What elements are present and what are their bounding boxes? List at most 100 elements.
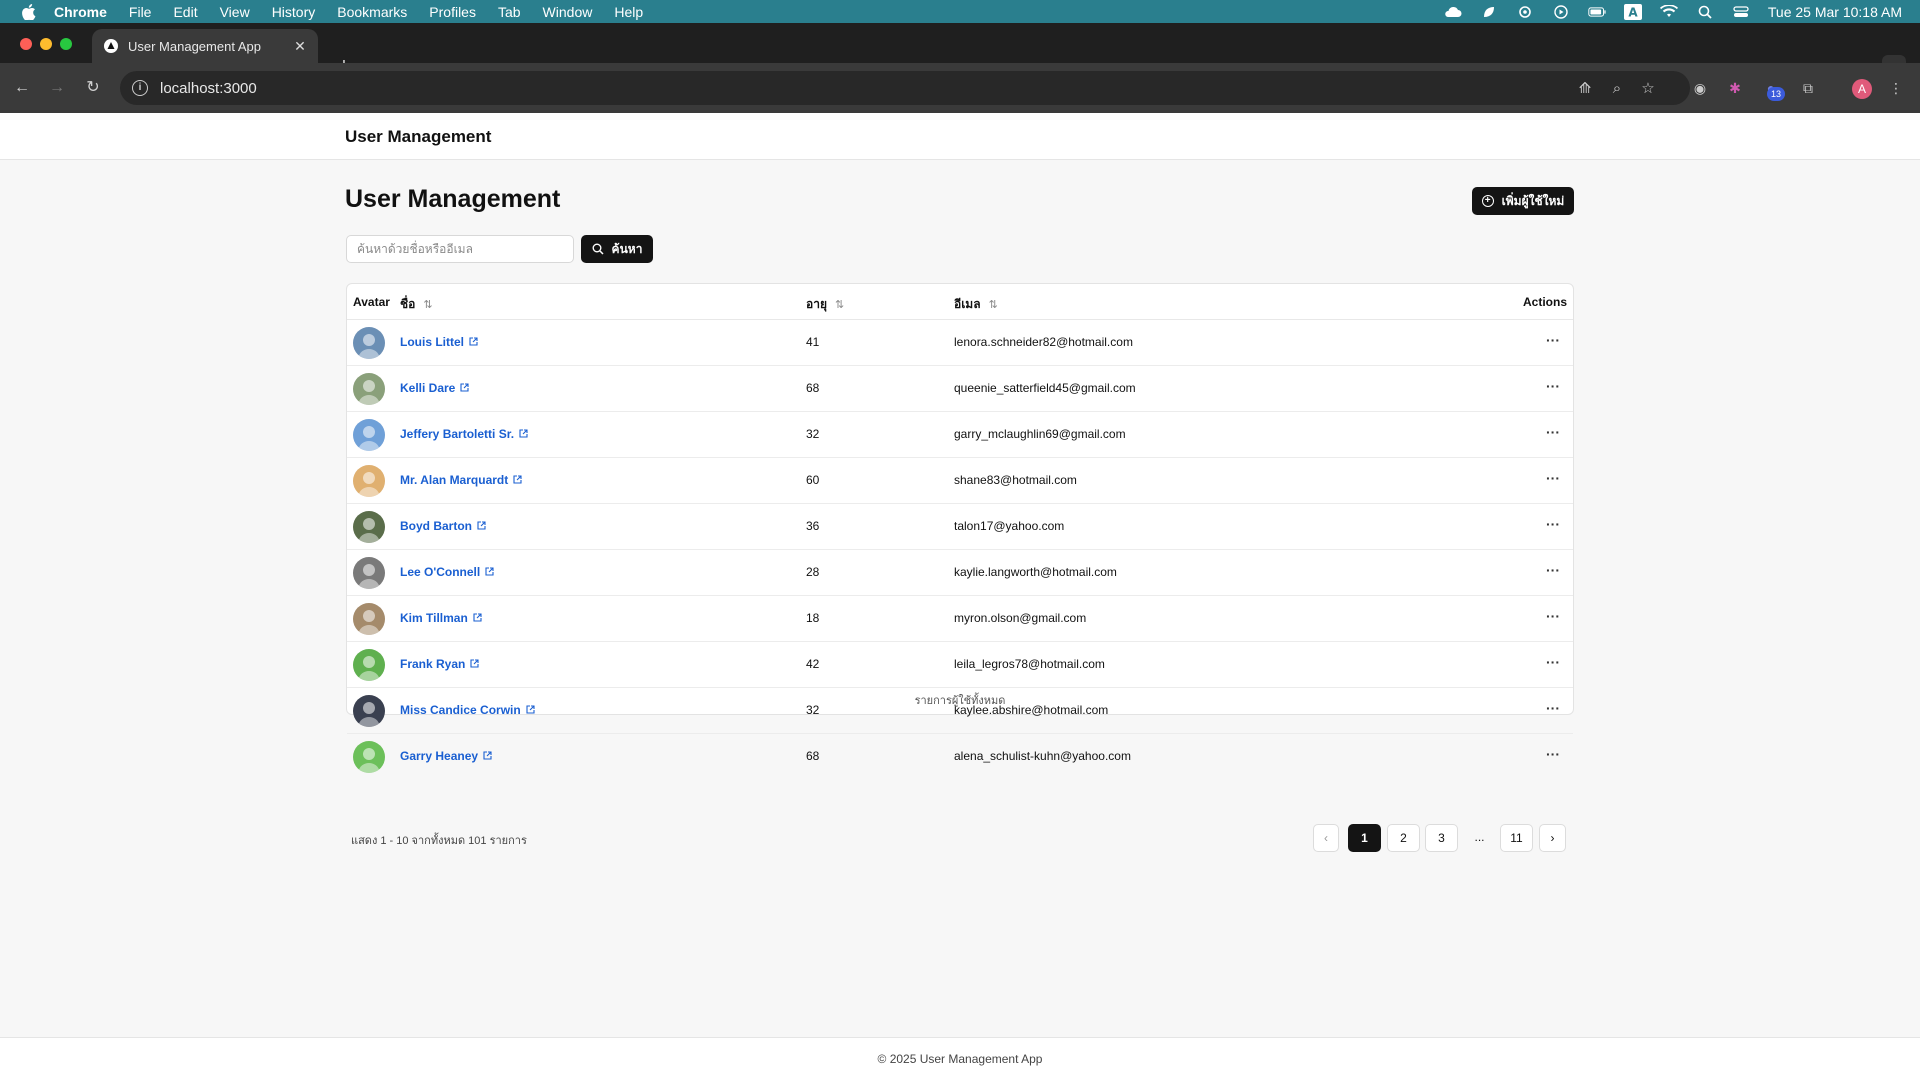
user-name-link[interactable]: Louis Littel bbox=[400, 335, 478, 349]
pagination-summary: แสดง 1 - 10 จากทั้งหมด 101 รายการ bbox=[351, 835, 527, 847]
add-user-button[interactable]: + เพิ่มผู้ใช้ใหม่ bbox=[1472, 187, 1574, 215]
menu-edit[interactable]: Edit bbox=[173, 4, 197, 20]
user-name-link[interactable]: Mr. Alan Marquardt bbox=[400, 473, 522, 487]
translate-icon[interactable]: ⟰ bbox=[1576, 80, 1594, 98]
user-name[interactable]: Boyd Barton bbox=[400, 519, 472, 533]
user-name-link[interactable]: Jeffery Bartoletti Sr. bbox=[400, 427, 528, 441]
menu-file[interactable]: File bbox=[129, 4, 152, 20]
menu-window[interactable]: Window bbox=[543, 4, 593, 20]
menu-app-chrome[interactable]: Chrome bbox=[54, 4, 107, 20]
user-name[interactable]: Jeffery Bartoletti Sr. bbox=[400, 427, 514, 441]
browser-menu-icon[interactable]: ⋮ bbox=[1887, 79, 1905, 97]
battery-icon[interactable] bbox=[1588, 5, 1606, 19]
next-page-button[interactable]: › bbox=[1539, 824, 1566, 852]
row-actions-more-icon[interactable]: ··· bbox=[1543, 653, 1563, 673]
menu-bookmarks[interactable]: Bookmarks bbox=[337, 4, 407, 20]
apple-icon[interactable] bbox=[20, 3, 38, 21]
browser-tab-active[interactable]: User Management App ✕ bbox=[92, 29, 318, 63]
wifi-icon[interactable] bbox=[1659, 5, 1678, 19]
page-button-3[interactable]: 3 bbox=[1425, 824, 1458, 852]
forward-arrow-icon[interactable]: → bbox=[47, 78, 67, 98]
th-avatar: Avatar bbox=[353, 295, 390, 309]
row-actions-more-icon[interactable]: ··· bbox=[1543, 423, 1563, 443]
app-favicon-icon bbox=[104, 39, 118, 53]
extensions-puzzle-icon[interactable]: ⧉ bbox=[1799, 79, 1817, 97]
app-brand[interactable]: User Management bbox=[345, 127, 491, 147]
window-minimize-button[interactable] bbox=[40, 38, 52, 50]
row-actions-more-icon[interactable]: ··· bbox=[1543, 515, 1563, 535]
prev-page-button[interactable]: ‹ bbox=[1313, 824, 1339, 852]
cloud-icon[interactable] bbox=[1444, 5, 1462, 19]
input-source-icon[interactable]: A bbox=[1623, 3, 1642, 20]
table-row: Kim Tillman 18 myron.olson@gmail.com ··· bbox=[347, 596, 1573, 642]
sort-icon[interactable]: ⇅ bbox=[423, 298, 432, 311]
th-email[interactable]: อีเมล ⇅ bbox=[954, 295, 998, 314]
back-arrow-icon[interactable]: ← bbox=[12, 78, 32, 98]
page-button-2[interactable]: 2 bbox=[1387, 824, 1420, 852]
site-info-icon[interactable]: i bbox=[132, 80, 148, 96]
user-email: shane83@hotmail.com bbox=[954, 473, 1077, 487]
avatar bbox=[353, 511, 385, 543]
user-name-link[interactable]: Lee O'Connell bbox=[400, 565, 494, 579]
user-name-link[interactable]: Boyd Barton bbox=[400, 519, 486, 533]
user-age: 18 bbox=[806, 611, 820, 625]
avatar bbox=[353, 557, 385, 589]
row-actions-more-icon[interactable]: ··· bbox=[1543, 607, 1563, 627]
play-circle-icon[interactable] bbox=[1552, 4, 1570, 19]
window-zoom-button[interactable] bbox=[60, 38, 72, 50]
window-close-button[interactable] bbox=[20, 38, 32, 50]
user-name-link[interactable]: Kim Tillman bbox=[400, 611, 482, 625]
user-name[interactable]: Mr. Alan Marquardt bbox=[400, 473, 508, 487]
leaf-icon[interactable] bbox=[1480, 5, 1498, 19]
tab-close-icon[interactable]: ✕ bbox=[292, 38, 308, 54]
row-actions-more-icon[interactable]: ··· bbox=[1543, 469, 1563, 489]
row-actions-more-icon[interactable]: ··· bbox=[1543, 331, 1563, 351]
user-name[interactable]: Lee O'Connell bbox=[400, 565, 480, 579]
sort-icon[interactable]: ⇅ bbox=[989, 298, 998, 311]
th-age[interactable]: อายุ ⇅ bbox=[806, 295, 844, 314]
search-button[interactable]: ค้นหา bbox=[581, 235, 653, 263]
menu-tab[interactable]: Tab bbox=[498, 4, 521, 20]
user-email: lenora.schneider82@hotmail.com bbox=[954, 335, 1133, 349]
user-email: garry_mclaughlin69@gmail.com bbox=[954, 427, 1126, 441]
browser-toolbar: ← → ↻ i localhost:3000 ⟰ ⌕ ☆ ◉ ✱ ● 13 ⧉ … bbox=[0, 63, 1920, 113]
th-name[interactable]: ชื่อ ⇅ bbox=[400, 295, 433, 314]
row-actions-more-icon[interactable]: ··· bbox=[1543, 561, 1563, 581]
user-name[interactable]: Kelli Dare bbox=[400, 381, 455, 395]
extension-gear-icon[interactable]: ✱ bbox=[1726, 79, 1744, 97]
user-name[interactable]: Frank Ryan bbox=[400, 657, 465, 671]
table-row: Louis Littel 41 lenora.schneider82@hotmail… bbox=[347, 320, 1573, 366]
table-row: Jeffery Bartoletti Sr. 32 garry_mclaughlin… bbox=[347, 412, 1573, 458]
cloud-gear-icon[interactable] bbox=[1516, 5, 1534, 19]
user-name-link[interactable]: Garry Heaney bbox=[400, 749, 492, 763]
macos-menubar: Chrome File Edit View History Bookmarks … bbox=[0, 0, 1920, 23]
user-name-link[interactable]: Frank Ryan bbox=[400, 657, 479, 671]
menu-help[interactable]: Help bbox=[614, 4, 643, 20]
page-button-1[interactable]: 1 bbox=[1348, 824, 1381, 852]
reload-icon[interactable]: ↻ bbox=[83, 78, 103, 98]
extension-account-icon[interactable]: ◉ bbox=[1691, 79, 1709, 97]
search-input[interactable] bbox=[346, 235, 574, 263]
sort-icon[interactable]: ⇅ bbox=[835, 298, 844, 311]
profile-avatar[interactable]: A bbox=[1852, 79, 1872, 99]
page-button-11[interactable]: 11 bbox=[1500, 824, 1533, 852]
menu-profiles[interactable]: Profiles bbox=[429, 4, 476, 20]
address-bar[interactable]: i localhost:3000 ⟰ ⌕ ☆ bbox=[120, 71, 1690, 105]
user-name[interactable]: Garry Heaney bbox=[400, 749, 478, 763]
zoom-icon[interactable]: ⌕ bbox=[1608, 80, 1626, 98]
row-actions-more-icon[interactable]: ··· bbox=[1543, 745, 1563, 765]
menubar-clock[interactable]: Tue 25 Mar 10:18 AM bbox=[1768, 4, 1902, 20]
table-row: Boyd Barton 36 talon17@yahoo.com ··· bbox=[347, 504, 1573, 550]
external-link-icon bbox=[469, 335, 478, 349]
external-link-icon bbox=[485, 565, 494, 579]
bookmark-star-icon[interactable]: ☆ bbox=[1639, 80, 1657, 98]
address-url[interactable]: localhost:3000 bbox=[160, 80, 257, 97]
control-center-icon[interactable] bbox=[1732, 5, 1750, 19]
row-actions-more-icon[interactable]: ··· bbox=[1543, 377, 1563, 397]
menu-view[interactable]: View bbox=[220, 4, 250, 20]
spotlight-search-icon[interactable] bbox=[1696, 5, 1714, 19]
user-name[interactable]: Kim Tillman bbox=[400, 611, 468, 625]
user-name[interactable]: Louis Littel bbox=[400, 335, 464, 349]
user-name-link[interactable]: Kelli Dare bbox=[400, 381, 469, 395]
menu-history[interactable]: History bbox=[272, 4, 316, 20]
